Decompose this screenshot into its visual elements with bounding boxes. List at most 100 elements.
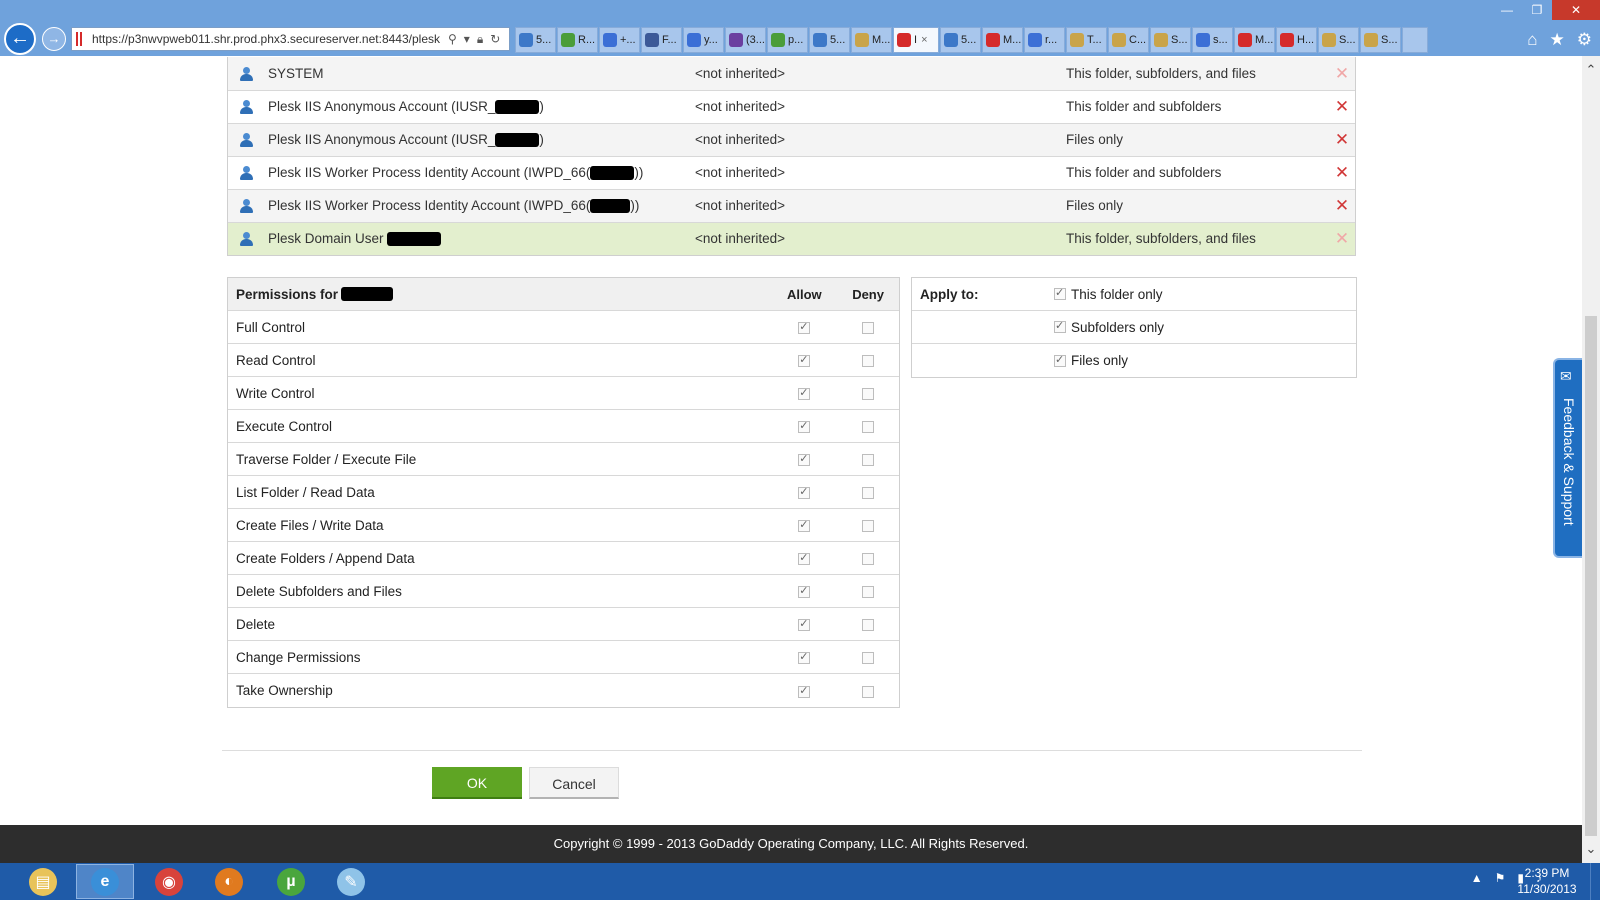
delete-entry-icon[interactable]: ✕ bbox=[1335, 131, 1349, 148]
browser-tab[interactable]: S... bbox=[1150, 27, 1191, 53]
allow-checkbox[interactable] bbox=[798, 353, 811, 368]
apply-to-checkbox[interactable] bbox=[1054, 353, 1066, 367]
home-icon[interactable]: ⌂ bbox=[1527, 30, 1537, 50]
taskbar-app-file-explorer[interactable]: ▤ bbox=[14, 864, 72, 899]
allow-checkbox[interactable] bbox=[798, 518, 811, 533]
browser-tab[interactable]: M... bbox=[982, 27, 1023, 53]
search-icon[interactable]: ⚲ bbox=[448, 32, 457, 47]
acl-row[interactable]: SYSTEM <not inherited> This folder, subfol… bbox=[227, 57, 1356, 91]
apply-to-label: Apply to: bbox=[920, 286, 979, 302]
allow-checkbox[interactable] bbox=[798, 386, 811, 401]
deny-checkbox[interactable] bbox=[862, 586, 875, 599]
apply-to-checkbox[interactable] bbox=[1054, 319, 1066, 333]
allow-checkbox[interactable] bbox=[798, 584, 811, 599]
deny-checkbox[interactable] bbox=[862, 685, 875, 698]
browser-tab[interactable]: s... bbox=[1192, 27, 1233, 53]
browser-tab[interactable]: S... bbox=[1318, 27, 1359, 53]
address-bar[interactable]: https://p3nwvpweb011.shr.prod.phx3.secur… bbox=[71, 27, 510, 51]
scroll-up-arrow-icon[interactable]: ⌃ bbox=[1582, 62, 1600, 78]
cancel-button[interactable]: Cancel bbox=[529, 767, 619, 799]
taskbar-app-internet-explorer[interactable]: e bbox=[76, 864, 134, 899]
tab-close-icon[interactable]: × bbox=[921, 34, 927, 46]
allow-checkbox[interactable] bbox=[798, 650, 811, 665]
browser-tab[interactable]: M... bbox=[1234, 27, 1275, 53]
show-desktop-button[interactable] bbox=[1590, 863, 1600, 900]
allow-checkbox[interactable] bbox=[798, 684, 811, 698]
close-window-button[interactable]: ✕ bbox=[1552, 0, 1600, 20]
browser-tab[interactable]: (3... bbox=[725, 27, 766, 53]
deny-checkbox[interactable] bbox=[862, 388, 875, 401]
browser-tab[interactable]: H... bbox=[1276, 27, 1317, 53]
deny-checkbox[interactable] bbox=[862, 652, 875, 665]
allow-checkbox[interactable] bbox=[798, 452, 811, 467]
deny-checkbox[interactable] bbox=[862, 322, 875, 335]
back-button[interactable]: ← bbox=[4, 23, 36, 55]
allow-checkbox[interactable] bbox=[798, 551, 811, 566]
taskbar-app-notepad[interactable]: ✎ bbox=[322, 864, 380, 899]
taskbar-app-firefox[interactable]: ◐ bbox=[200, 864, 258, 899]
ok-button[interactable]: OK bbox=[432, 767, 522, 799]
browser-tab[interactable]: M... bbox=[851, 27, 892, 53]
taskbar-app-utorrent[interactable]: µ bbox=[262, 864, 320, 899]
tab-favicon-icon bbox=[1028, 33, 1042, 47]
taskbar-app-chrome[interactable]: ◉ bbox=[140, 864, 198, 899]
browser-tab[interactable]: +... bbox=[599, 27, 640, 53]
tab-favicon-icon bbox=[561, 33, 575, 47]
lock-icon[interactable]: 🔒︎ bbox=[477, 32, 483, 47]
browser-tab[interactable]: F... bbox=[641, 27, 682, 53]
browser-tab[interactable]: 5... bbox=[809, 27, 850, 53]
delete-entry-icon: ✕ bbox=[1334, 63, 1350, 83]
apply-to-option[interactable]: This folder only bbox=[1054, 286, 1163, 302]
browser-tab[interactable]: y... bbox=[683, 27, 724, 53]
acl-row[interactable]: Plesk IIS Anonymous Account (IUSR_) <not … bbox=[227, 123, 1356, 157]
browser-tab[interactable]: r... bbox=[1024, 27, 1065, 53]
browser-tab[interactable]: 5... bbox=[940, 27, 981, 53]
delete-entry-icon[interactable]: ✕ bbox=[1335, 164, 1349, 181]
restore-button[interactable]: ❐ bbox=[1522, 0, 1552, 20]
tray-expand-icon[interactable]: ▲ bbox=[1471, 871, 1483, 885]
clock-time: 2:39 PM bbox=[1524, 866, 1570, 880]
browser-tab[interactable]: S... bbox=[1360, 27, 1401, 53]
browser-tab[interactable]: R... bbox=[557, 27, 598, 53]
minimize-button[interactable]: — bbox=[1492, 0, 1522, 20]
browser-tab[interactable]: C... bbox=[1108, 27, 1149, 53]
deny-checkbox[interactable] bbox=[862, 619, 875, 632]
deny-checkbox[interactable] bbox=[862, 487, 875, 500]
allow-checkbox[interactable] bbox=[798, 617, 811, 632]
favorites-star-icon[interactable]: ★ bbox=[1550, 30, 1565, 50]
system-clock[interactable]: 2:39 PM 11/30/2013 bbox=[1512, 865, 1582, 897]
acl-row[interactable]: Plesk Domain User <not inherited> This fo… bbox=[227, 222, 1356, 256]
feedback-support-button[interactable]: ✉ Feedback & Support bbox=[1553, 358, 1583, 558]
acl-row[interactable]: Plesk IIS Worker Process Identity Accoun… bbox=[227, 156, 1356, 190]
dropdown-icon[interactable]: ▾ bbox=[464, 32, 470, 47]
vertical-scrollbar[interactable]: ⌃ ⌄ bbox=[1582, 56, 1600, 863]
allow-checkbox[interactable] bbox=[798, 485, 811, 500]
refresh-icon[interactable]: ↻ bbox=[490, 32, 500, 47]
deny-checkbox[interactable] bbox=[862, 454, 875, 467]
tab-label: M... bbox=[1003, 34, 1022, 46]
delete-entry-icon[interactable]: ✕ bbox=[1335, 98, 1349, 115]
allow-checkbox[interactable] bbox=[798, 320, 811, 335]
deny-checkbox[interactable] bbox=[862, 520, 875, 533]
acl-row[interactable]: Plesk IIS Worker Process Identity Accoun… bbox=[227, 189, 1356, 223]
scrollbar-thumb[interactable] bbox=[1585, 316, 1597, 836]
acl-row[interactable]: Plesk IIS Anonymous Account (IUSR_) <not … bbox=[227, 90, 1356, 124]
scroll-down-arrow-icon[interactable]: ⌄ bbox=[1582, 841, 1600, 857]
apply-to-checkbox[interactable] bbox=[1054, 286, 1066, 300]
browser-tab[interactable]: 5... bbox=[515, 27, 556, 53]
browser-tab[interactable]: p... bbox=[767, 27, 808, 53]
forward-button[interactable]: → bbox=[42, 27, 66, 51]
apply-to-option[interactable]: Subfolders only bbox=[1054, 319, 1164, 335]
delete-entry-icon[interactable]: ✕ bbox=[1335, 197, 1349, 214]
apply-to-option[interactable]: Files only bbox=[1054, 353, 1128, 368]
allow-checkbox[interactable] bbox=[798, 419, 811, 434]
new-tab-button[interactable] bbox=[1402, 27, 1428, 53]
deny-checkbox[interactable] bbox=[862, 553, 875, 566]
url-text[interactable]: https://p3nwvpweb011.shr.prod.phx3.secur… bbox=[92, 32, 444, 46]
network-flag-icon[interactable]: ⚑ bbox=[1495, 871, 1506, 885]
browser-tab[interactable]: T... bbox=[1066, 27, 1107, 53]
deny-checkbox[interactable] bbox=[862, 421, 875, 434]
deny-checkbox[interactable] bbox=[862, 355, 875, 368]
browser-tab[interactable]: I × bbox=[893, 27, 939, 53]
gear-icon[interactable]: ⚙ bbox=[1577, 30, 1592, 50]
